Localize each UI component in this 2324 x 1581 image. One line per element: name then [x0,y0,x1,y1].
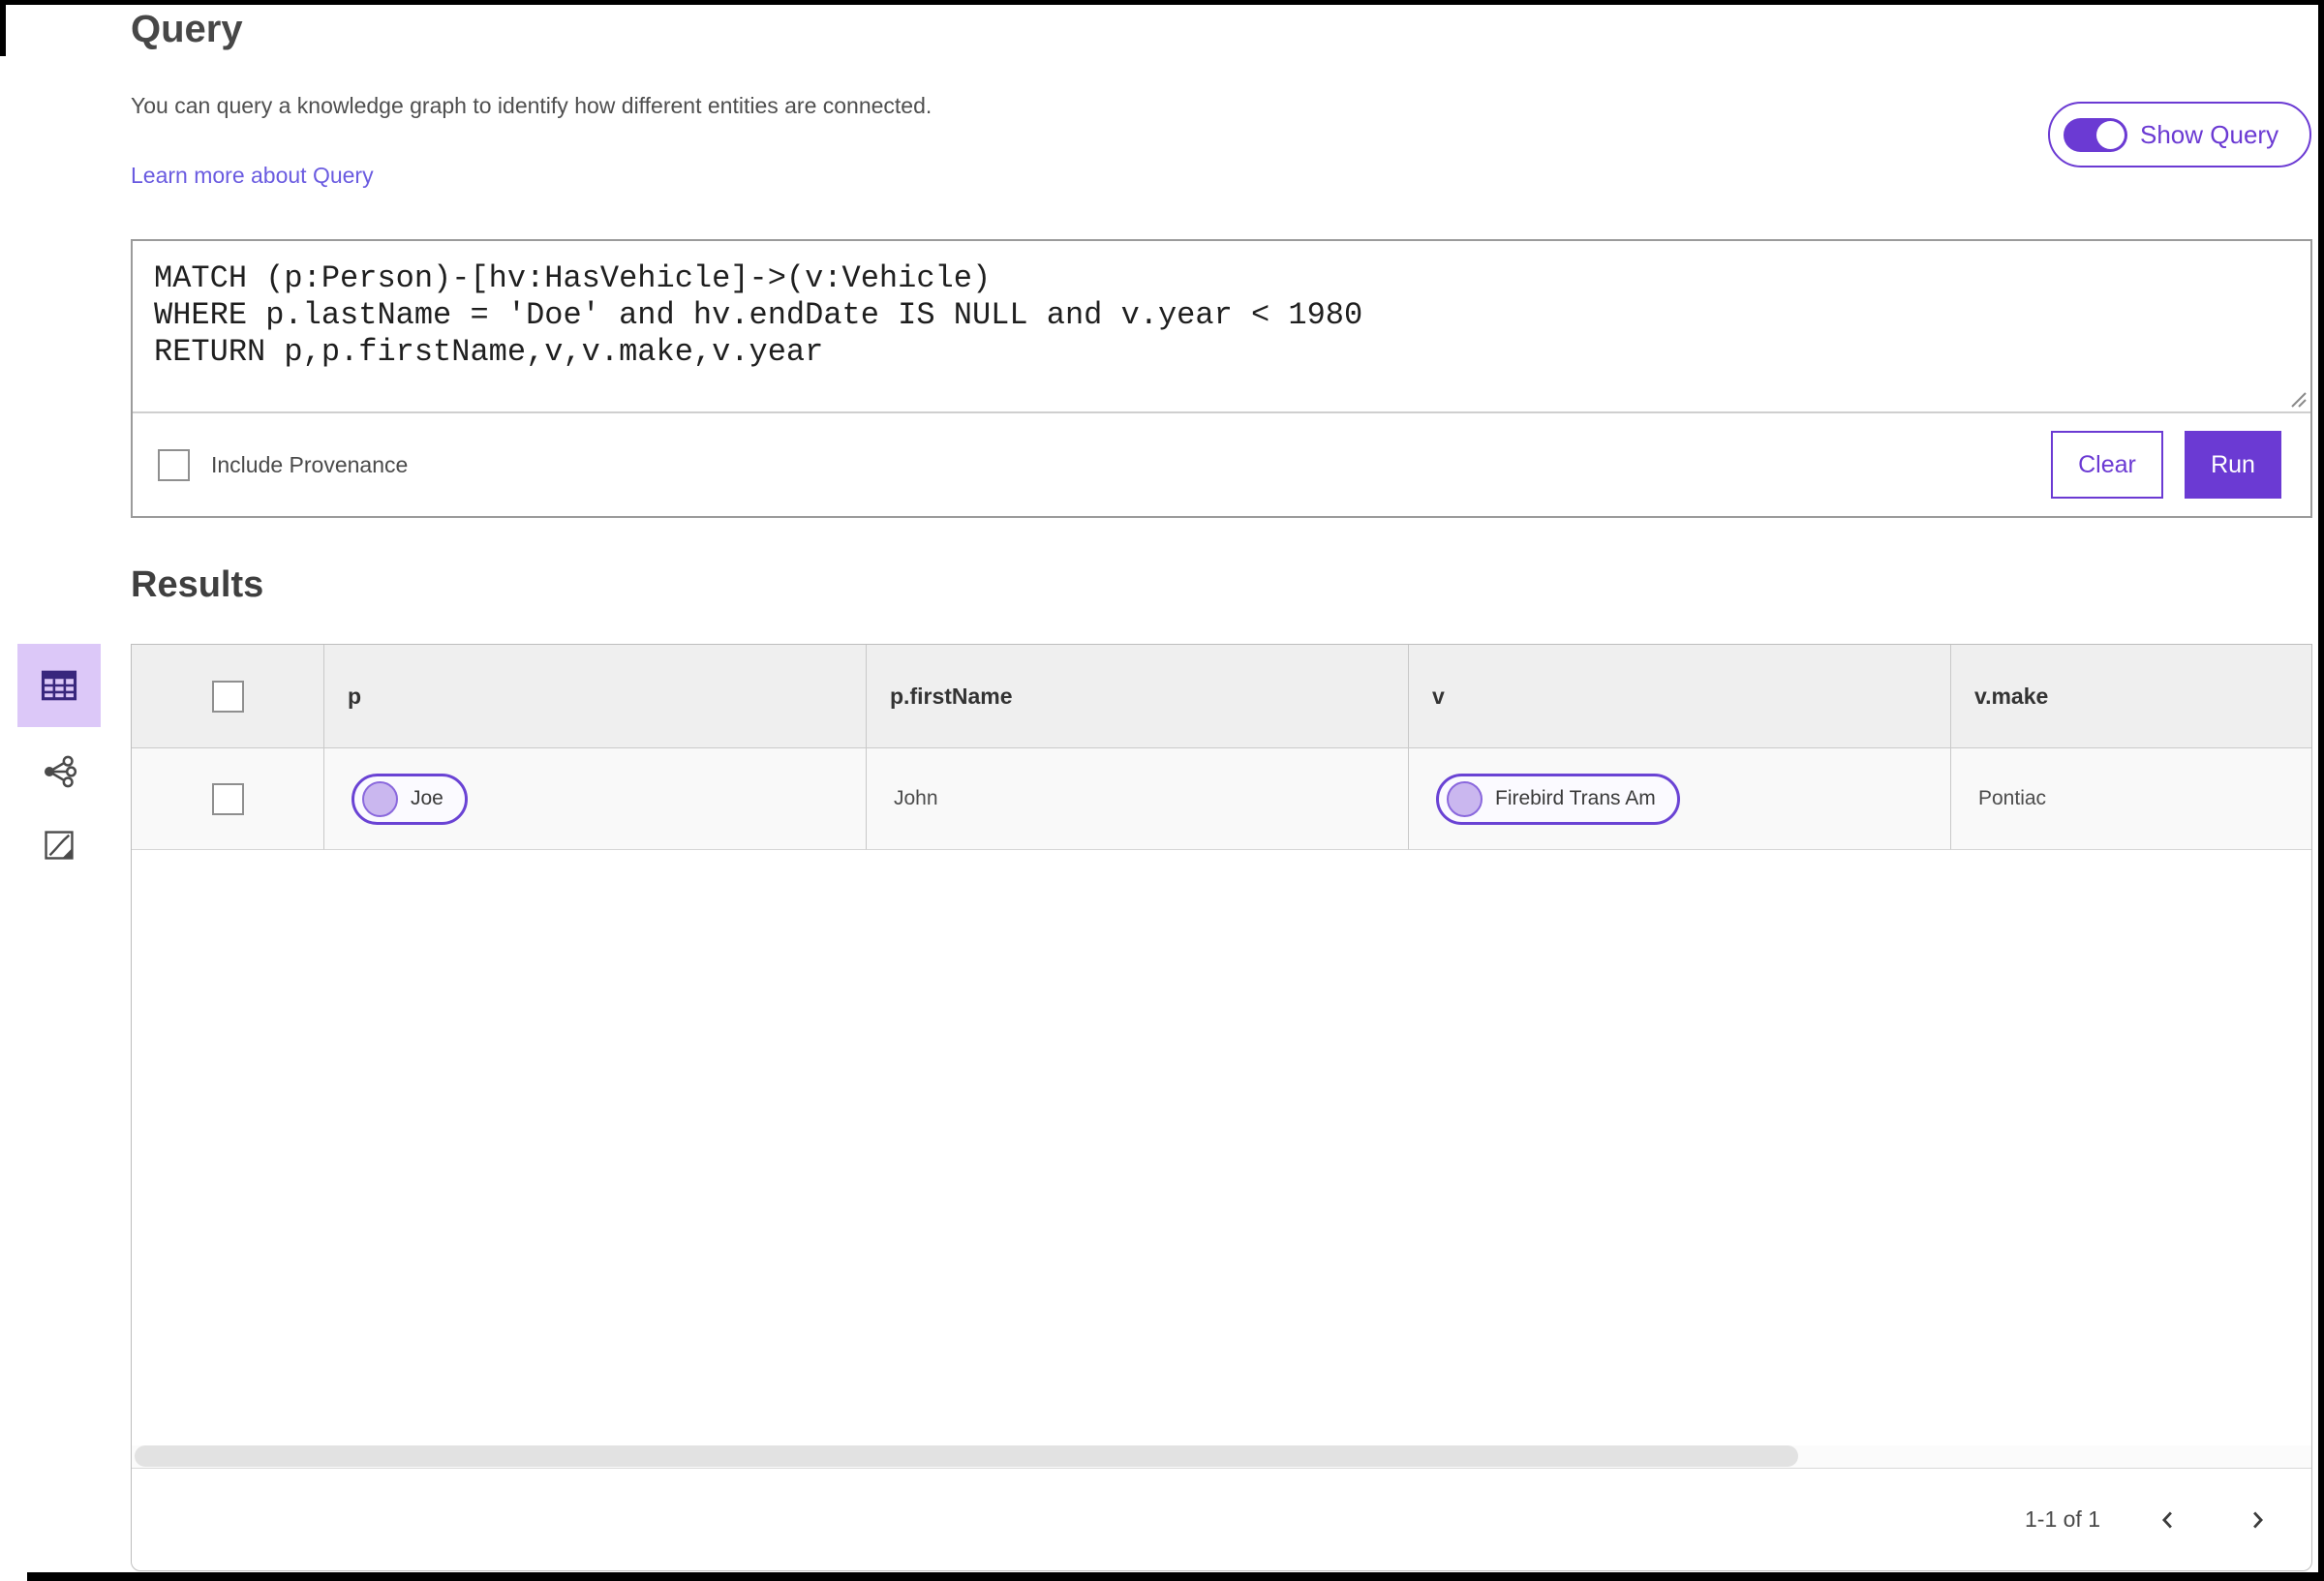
table-icon [41,670,77,701]
horizontal-scrollbar[interactable] [132,1445,2311,1468]
toggle-switch-icon[interactable] [2064,117,2127,152]
entity-chip-label: Joe [411,787,443,809]
column-header-v-make[interactable]: v.make [1950,645,2311,748]
row-select-cell [132,748,323,850]
screenshot-frame-right [2318,0,2324,1581]
entity-dot-icon [1447,780,1483,817]
screenshot-frame-bottom [27,1572,2324,1581]
results-table: p p.firstName v v.make Joe John Firebird… [132,645,2311,850]
entity-chip-person[interactable]: Joe [352,773,468,825]
query-editor-footer: Include Provenance Clear Run [133,413,2310,516]
include-provenance-checkbox[interactable] [158,448,190,481]
query-code-area: MATCH (p:Person)-[hv:HasVehicle]->(v:Veh… [133,241,2310,413]
page-description: You can query a knowledge graph to ident… [131,93,933,118]
results-footer: 1-1 of 1 [132,1468,2311,1570]
horizontal-scrollbar-thumb[interactable] [135,1445,1798,1467]
row-checkbox[interactable] [211,782,244,815]
cell-v: Firebird Trans Am [1408,748,1950,850]
show-query-toggle[interactable]: Show Query [2048,102,2311,167]
previous-page-button[interactable] [2147,1499,2189,1541]
results-panel: p p.firstName v v.make Joe John Firebird… [131,644,2312,1571]
pagination-range-label: 1-1 of 1 [2025,1506,2100,1532]
column-header-v[interactable]: v [1408,645,1950,748]
query-page: Query You can query a knowledge graph to… [0,0,2324,1581]
column-header-p[interactable]: p [323,645,866,748]
query-editor-panel: MATCH (p:Person)-[hv:HasVehicle]->(v:Veh… [131,239,2312,518]
cell-v-make: Pontiac [1950,748,2311,850]
learn-more-link[interactable]: Learn more about Query [131,163,374,189]
tool-table-view[interactable] [17,644,101,727]
link-chart-icon [45,755,77,788]
tool-map-view[interactable] [30,816,88,874]
next-page-button[interactable] [2236,1499,2278,1541]
chevron-left-icon [2162,1510,2172,1529]
toggle-knob [2096,120,2125,149]
entity-chip-label: Firebird Trans Am [1495,787,1656,809]
header-select-all-cell [132,645,323,748]
screenshot-frame-top [0,0,2324,5]
clear-button[interactable]: Clear [2051,431,2163,499]
resize-grip-icon[interactable] [2286,387,2308,409]
entity-dot-icon [362,780,398,817]
results-heading: Results [131,564,264,605]
cell-p-firstname: John [866,748,1408,850]
column-header-p-firstname[interactable]: p.firstName [866,645,1408,748]
show-query-label: Show Query [2140,119,2279,149]
query-code-input[interactable]: MATCH (p:Person)-[hv:HasVehicle]->(v:Veh… [133,241,2310,411]
include-provenance-label: Include Provenance [211,451,409,477]
select-all-checkbox[interactable] [211,680,244,713]
map-icon [45,831,74,860]
page-title: Query [131,8,243,50]
chevron-right-icon [2253,1510,2263,1529]
screenshot-frame-left [0,0,6,56]
results-view-toolbar [17,644,101,874]
tool-link-chart-view[interactable] [30,743,88,801]
cell-p: Joe [323,748,866,850]
entity-chip-vehicle[interactable]: Firebird Trans Am [1436,773,1680,825]
run-button[interactable]: Run [2185,431,2281,499]
